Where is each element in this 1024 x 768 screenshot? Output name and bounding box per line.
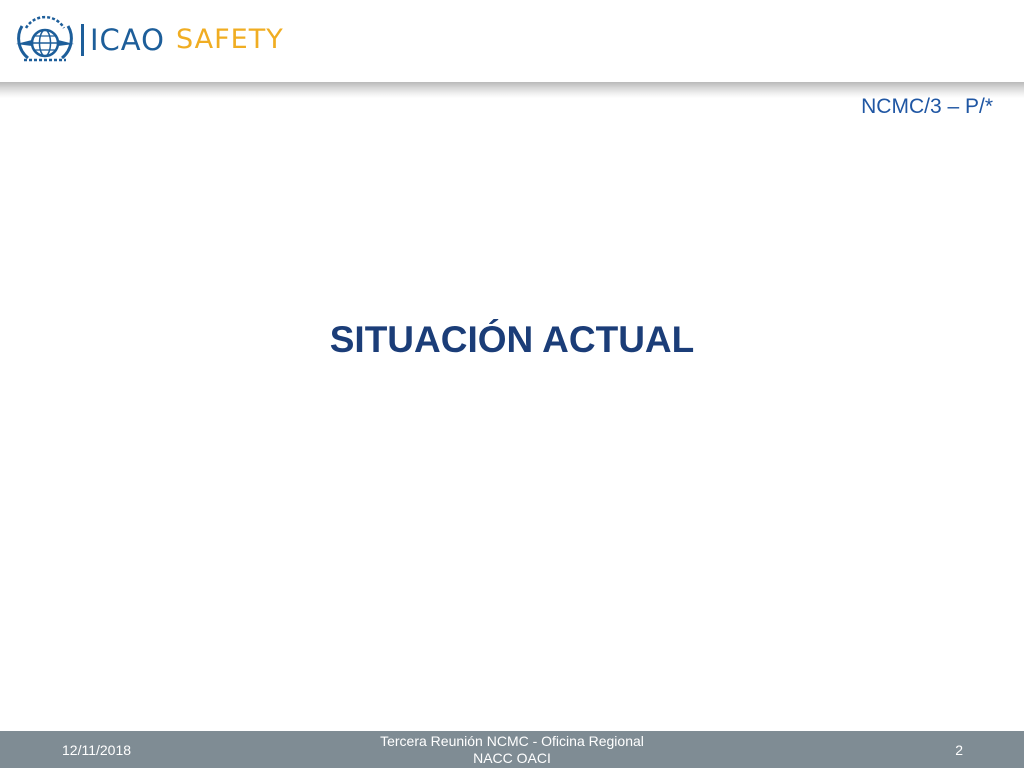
footer-meeting-line-1: Tercera Reunión NCMC - Oficina Regional [380, 733, 644, 749]
footer-page-number: 2 [955, 742, 963, 758]
icao-logo-text: ICAO [90, 23, 165, 57]
document-reference-code: NCMC/3 – P/* [861, 95, 993, 118]
slide-title: SITUACIÓN ACTUAL [329, 319, 695, 360]
footer-meeting-name: Tercera Reunión NCMC - Oficina Regional … [312, 733, 712, 767]
slide-header: ICAO SAFETY [0, 0, 1024, 82]
footer-date: 12/11/2018 [62, 742, 132, 758]
logo-divider [81, 24, 84, 56]
safety-logo-text: SAFETY [176, 24, 284, 55]
un-emblem-icon [14, 14, 76, 66]
footer-meeting-line-2: NACC OACI [473, 750, 551, 766]
slide-footer: 12/11/2018 Tercera Reunión NCMC - Oficin… [0, 731, 1024, 768]
